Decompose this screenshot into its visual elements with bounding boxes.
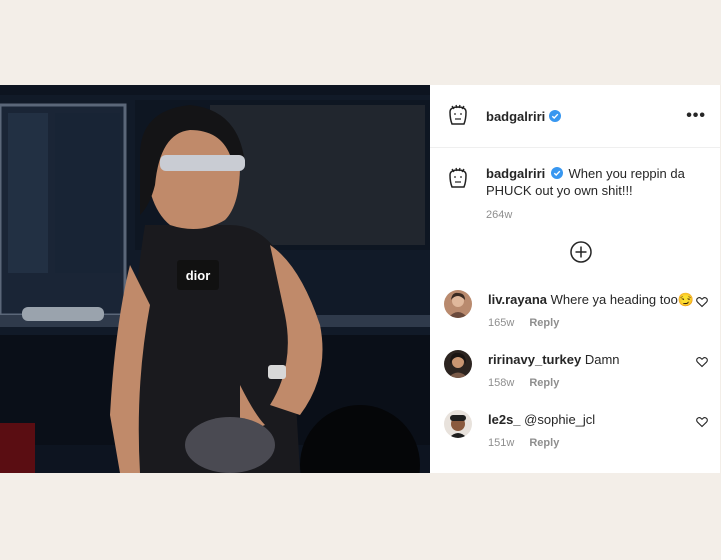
commenter-avatar[interactable] xyxy=(444,410,472,438)
caption-username[interactable]: badgalriri xyxy=(486,166,545,181)
comment-text: @sophie_jcl xyxy=(524,412,596,427)
heart-icon[interactable] xyxy=(696,416,708,428)
comment-timestamp[interactable]: 165w xyxy=(488,317,514,329)
commenter-avatar[interactable] xyxy=(444,350,472,378)
comment-username[interactable]: ririnavy_turkey xyxy=(488,352,581,367)
caption-text-block: badgalriri When you reppin da PHUCK out … xyxy=(486,165,691,224)
comment-username[interactable]: liv.rayana xyxy=(488,292,547,307)
comment-meta: 158w Reply xyxy=(488,377,571,389)
reply-button[interactable]: Reply xyxy=(529,317,559,329)
comment-username[interactable]: le2s_ xyxy=(488,412,521,427)
verified-badge-icon xyxy=(550,167,563,179)
comment-item: ririnavy_turkey Damn 158w Reply xyxy=(444,350,708,396)
comment-text: Damn xyxy=(584,352,620,367)
comment-item: le2s_ @sophie_jcl 151w Reply xyxy=(444,410,708,456)
caption-timestamp[interactable]: 264w xyxy=(486,207,691,224)
post-header: badgalriri ••• xyxy=(430,85,720,148)
comment-meta: 165w Reply xyxy=(488,317,571,329)
caption-avatar-icon[interactable] xyxy=(444,165,472,193)
comment-text: Where ya heading too😏 xyxy=(550,292,695,307)
instagram-post: dior badgalriri ••• badgalriri When you … xyxy=(0,85,720,473)
comment-text-line: le2s_ @sophie_jcl xyxy=(488,412,595,427)
reply-button[interactable]: Reply xyxy=(529,437,559,449)
commenter-avatar[interactable] xyxy=(444,290,472,318)
add-comment-icon[interactable] xyxy=(570,241,592,263)
post-photo[interactable]: dior xyxy=(0,85,430,473)
author-avatar-icon[interactable] xyxy=(444,102,472,130)
heart-icon[interactable] xyxy=(696,296,708,308)
heart-icon[interactable] xyxy=(696,356,708,368)
brand-tag-label[interactable]: dior xyxy=(177,260,219,290)
comment-timestamp[interactable]: 158w xyxy=(488,377,514,389)
comment-item: liv.rayana Where ya heading too😏 165w Re… xyxy=(444,290,708,336)
more-options-icon[interactable]: ••• xyxy=(686,107,706,125)
post-sidebar: badgalriri ••• badgalriri When you reppi… xyxy=(430,85,720,473)
verified-badge-icon xyxy=(549,110,562,122)
comment-text-line: ririnavy_turkey Damn xyxy=(488,352,620,367)
comment-timestamp[interactable]: 151w xyxy=(488,437,514,449)
reply-button[interactable]: Reply xyxy=(529,377,559,389)
comment-text-line: liv.rayana Where ya heading too😏 xyxy=(488,292,694,308)
comment-meta: 151w Reply xyxy=(488,437,571,449)
post-caption: badgalriri When you reppin da PHUCK out … xyxy=(444,165,706,224)
author-username[interactable]: badgalriri xyxy=(486,109,545,124)
